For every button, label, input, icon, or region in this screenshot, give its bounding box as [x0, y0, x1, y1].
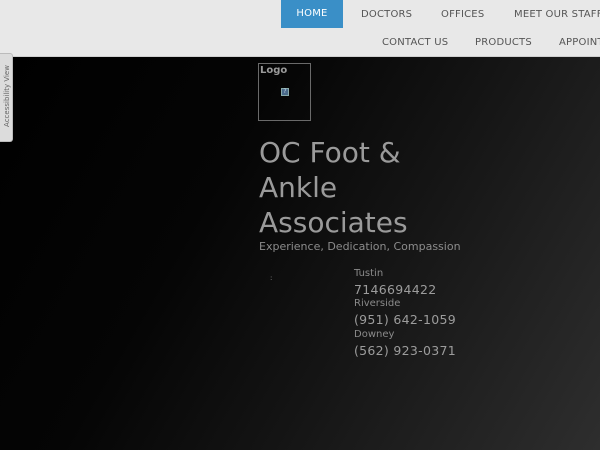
- phone-downey[interactable]: (562) 923-0371: [354, 343, 456, 358]
- accessibility-view-label: Accessibility View: [3, 65, 11, 127]
- nav-appointments[interactable]: APPOINTM: [559, 37, 600, 48]
- nav-contact-us[interactable]: CONTACT US: [382, 37, 448, 48]
- logo[interactable]: Logo ?: [258, 63, 311, 121]
- accessibility-view-tab[interactable]: Accessibility View: [0, 53, 13, 142]
- phone-riverside[interactable]: (951) 642-1059: [354, 312, 456, 327]
- location-riverside: Riverside: [354, 298, 401, 309]
- logo-alt-text: Logo: [260, 65, 288, 76]
- nav-offices[interactable]: OFFICES: [441, 9, 484, 20]
- nav-meet-our-staff[interactable]: MEET OUR STAFF: [514, 9, 600, 20]
- tagline: Experience, Dedication, Compassion: [259, 240, 461, 253]
- nav-home[interactable]: HOME: [281, 0, 343, 28]
- nav-doctors[interactable]: DOCTORS: [361, 9, 412, 20]
- broken-image-icon: ?: [281, 88, 289, 96]
- page-title: OC Foot & Ankle Associates: [259, 136, 408, 239]
- top-navigation: HOME DOCTORS OFFICES MEET OUR STAFF CONT…: [0, 0, 600, 57]
- location-downey: Downey: [354, 329, 395, 340]
- small-mark: :: [270, 274, 273, 282]
- phone-tustin[interactable]: 7146694422: [354, 282, 437, 297]
- nav-products[interactable]: PRODUCTS: [475, 37, 532, 48]
- location-tustin: Tustin: [354, 268, 384, 279]
